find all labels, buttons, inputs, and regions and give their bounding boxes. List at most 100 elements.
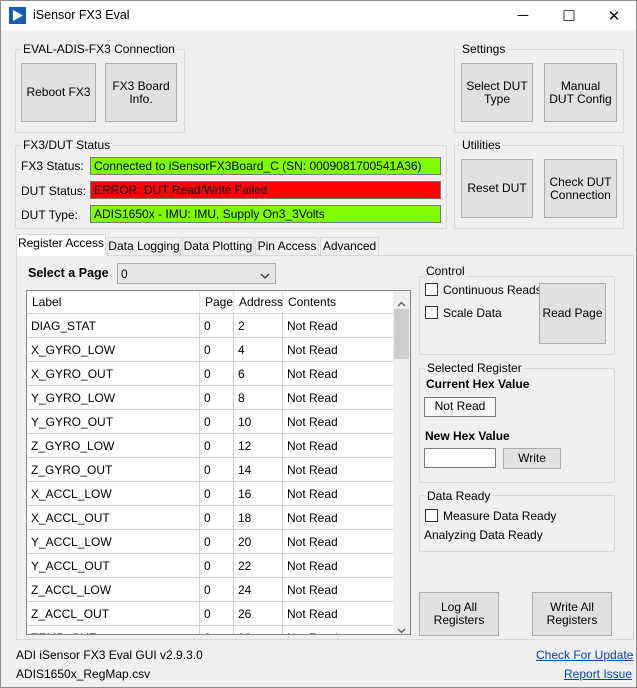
cell-contents[interactable]: Not Read xyxy=(283,530,394,554)
cell-label[interactable]: Z_GYRO_LOW xyxy=(27,434,200,458)
table-row[interactable]: X_ACCL_OUT 0 18 Not Read xyxy=(27,506,394,530)
table-row[interactable]: Y_ACCL_OUT 0 22 Not Read xyxy=(27,554,394,578)
cell-contents[interactable]: Not Read xyxy=(283,338,394,362)
cell-contents[interactable]: Not Read xyxy=(283,602,394,626)
table-row[interactable]: Y_GYRO_LOW 0 8 Not Read xyxy=(27,386,394,410)
scroll-up-icon[interactable] xyxy=(397,296,406,310)
close-button[interactable]: ✕ xyxy=(591,1,636,30)
table-row[interactable]: Z_GYRO_OUT 0 14 Not Read xyxy=(27,458,394,482)
cell-address[interactable]: 2 xyxy=(234,314,283,338)
cell-page[interactable]: 0 xyxy=(200,362,234,386)
cell-page[interactable]: 0 xyxy=(200,506,234,530)
column-header-page[interactable]: Page xyxy=(200,291,234,313)
tab-data-plotting[interactable]: Data Plotting xyxy=(182,237,254,255)
tab-register-access[interactable]: Register Access xyxy=(16,234,106,256)
cell-page[interactable]: 0 xyxy=(200,554,234,578)
cell-page[interactable]: 0 xyxy=(200,386,234,410)
check-dut-connection-button[interactable]: Check DUT Connection xyxy=(544,159,617,218)
reboot-fx3-button[interactable]: Reboot FX3 xyxy=(21,63,96,122)
table-row[interactable]: DIAG_STAT 0 2 Not Read xyxy=(27,314,394,338)
scale-data-checkbox[interactable] xyxy=(425,306,438,319)
table-row[interactable]: TEMP_OUT028Not Read xyxy=(27,626,394,634)
cell-label[interactable]: X_ACCL_OUT xyxy=(27,506,200,530)
cell-label[interactable]: Y_ACCL_OUT xyxy=(27,554,200,578)
scroll-down-icon[interactable] xyxy=(397,623,406,634)
read-page-button[interactable]: Read Page xyxy=(539,283,606,344)
continuous-reads-checkbox[interactable] xyxy=(425,283,438,296)
table-row[interactable]: Z_ACCL_OUT 0 26 Not Read xyxy=(27,602,394,626)
cell-label[interactable]: X_GYRO_LOW xyxy=(27,338,200,362)
cell-label[interactable]: X_ACCL_LOW xyxy=(27,482,200,506)
cell-contents[interactable]: Not Read xyxy=(283,314,394,338)
cell-address[interactable]: 20 xyxy=(234,530,283,554)
table-row[interactable]: Y_GYRO_OUT 0 10 Not Read xyxy=(27,410,394,434)
cell-address[interactable]: 14 xyxy=(234,458,283,482)
cell-contents[interactable]: Not Read xyxy=(283,554,394,578)
cell-address[interactable]: 16 xyxy=(234,482,283,506)
cell-label[interactable]: Y_GYRO_OUT xyxy=(27,410,200,434)
cell-contents[interactable]: Not Read xyxy=(283,626,394,634)
write-all-registers-button[interactable]: Write All Registers xyxy=(532,592,612,636)
register-table[interactable]: Label Page Address Contents DIAG_STAT 0 2 N… xyxy=(26,290,411,635)
minimize-button[interactable]: ─ xyxy=(500,1,546,30)
cell-page[interactable]: 0 xyxy=(200,410,234,434)
manual-dut-config-button[interactable]: Manual DUT Config xyxy=(544,63,617,122)
cell-contents[interactable]: Not Read xyxy=(283,386,394,410)
tab-data-logging[interactable]: Data Logging xyxy=(107,237,181,255)
cell-address[interactable]: 22 xyxy=(234,554,283,578)
reset-dut-button[interactable]: Reset DUT xyxy=(461,159,533,218)
cell-label[interactable]: Y_ACCL_LOW xyxy=(27,530,200,554)
cell-label[interactable]: TEMP_OUT xyxy=(27,626,200,634)
cell-contents[interactable]: Not Read xyxy=(283,506,394,530)
select-dut-type-button[interactable]: Select DUT Type xyxy=(461,63,533,122)
maximize-button[interactable]: ☐ xyxy=(546,1,592,30)
cell-address[interactable]: 26 xyxy=(234,602,283,626)
cell-address[interactable]: 6 xyxy=(234,362,283,386)
cell-address[interactable]: 12 xyxy=(234,434,283,458)
cell-label[interactable]: Z_ACCL_OUT xyxy=(27,602,200,626)
measure-data-ready-checkbox[interactable] xyxy=(425,509,438,522)
cell-page[interactable]: 0 xyxy=(200,530,234,554)
new-hex-input[interactable] xyxy=(424,448,496,468)
scroll-thumb[interactable] xyxy=(394,309,409,359)
cell-page[interactable]: 0 xyxy=(200,602,234,626)
register-table-scrollbar[interactable] xyxy=(393,291,410,634)
cell-address[interactable]: 4 xyxy=(234,338,283,362)
cell-page[interactable]: 0 xyxy=(200,314,234,338)
table-row[interactable]: X_ACCL_LOW 0 16 Not Read xyxy=(27,482,394,506)
cell-label[interactable]: Z_ACCL_LOW xyxy=(27,578,200,602)
cell-contents[interactable]: Not Read xyxy=(283,578,394,602)
tab-advanced[interactable]: Advanced xyxy=(320,237,379,255)
report-issue-link[interactable]: Report Issue xyxy=(564,667,632,681)
log-all-registers-button[interactable]: Log All Registers xyxy=(419,592,499,636)
cell-address[interactable]: 18 xyxy=(234,506,283,530)
tab-pin-access[interactable]: Pin Access xyxy=(255,237,319,255)
check-for-update-link[interactable]: Check For Update xyxy=(536,648,633,662)
cell-address[interactable]: 8 xyxy=(234,386,283,410)
write-button[interactable]: Write xyxy=(503,448,561,469)
cell-contents[interactable]: Not Read xyxy=(283,362,394,386)
cell-label[interactable]: Z_GYRO_OUT xyxy=(27,458,200,482)
cell-label[interactable]: DIAG_STAT xyxy=(27,314,200,338)
title-bar[interactable]: iSensor FX3 Eval ─ ☐ ✕ xyxy=(1,1,636,30)
fx3-board-info-button[interactable]: FX3 Board Info. xyxy=(105,63,177,122)
cell-label[interactable]: Y_GYRO_LOW xyxy=(27,386,200,410)
column-header-contents[interactable]: Contents xyxy=(283,291,394,313)
cell-label[interactable]: X_GYRO_OUT xyxy=(27,362,200,386)
cell-address[interactable]: 24 xyxy=(234,578,283,602)
table-row[interactable]: Y_ACCL_LOW 0 20 Not Read xyxy=(27,530,394,554)
cell-page[interactable]: 0 xyxy=(200,578,234,602)
page-select[interactable]: 0 xyxy=(117,263,276,284)
cell-contents[interactable]: Not Read xyxy=(283,458,394,482)
column-header-address[interactable]: Address xyxy=(234,291,283,313)
cell-page[interactable]: 0 xyxy=(200,338,234,362)
cell-page[interactable]: 0 xyxy=(200,458,234,482)
cell-page[interactable]: 0 xyxy=(200,626,234,634)
table-row[interactable]: X_GYRO_LOW 0 4 Not Read xyxy=(27,338,394,362)
cell-contents[interactable]: Not Read xyxy=(283,482,394,506)
cell-address[interactable]: 10 xyxy=(234,410,283,434)
cell-contents[interactable]: Not Read xyxy=(283,410,394,434)
table-row[interactable]: Z_GYRO_LOW 0 12 Not Read xyxy=(27,434,394,458)
cell-page[interactable]: 0 xyxy=(200,482,234,506)
table-row[interactable]: Z_ACCL_LOW 0 24 Not Read xyxy=(27,578,394,602)
